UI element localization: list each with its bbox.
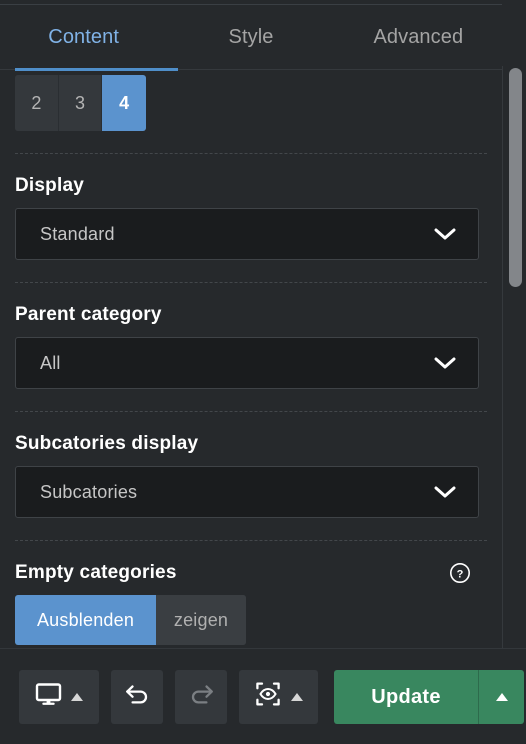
update-button[interactable]: Update [334, 670, 478, 724]
panel-scrollbar-thumb[interactable] [509, 68, 522, 287]
subcategories-display-label: Subcatories display [15, 433, 199, 454]
help-circle-icon[interactable]: ? [449, 562, 471, 584]
empty-categories-choice-group[interactable]: Ausblenden zeigen [15, 595, 246, 645]
svg-text:?: ? [457, 568, 464, 580]
empty-categories-option-hide[interactable]: Ausblenden [15, 595, 156, 645]
update-button-group[interactable]: Update [334, 669, 524, 724]
display-label: Display [15, 175, 84, 196]
columns-control-section: 2 3 4 [0, 75, 502, 131]
parent-category-label: Parent category [15, 304, 162, 325]
responsive-mode-button[interactable] [19, 669, 99, 724]
redo-arrow-icon [188, 682, 215, 711]
parent-category-select[interactable]: All [15, 337, 479, 389]
desktop-monitor-icon [35, 682, 62, 712]
panel-content-scroll-area[interactable]: 2 3 4 Display Standard Parent category A… [0, 70, 502, 648]
panel-tabs: Content Style Advanced [0, 4, 502, 70]
update-options-button[interactable] [478, 669, 524, 724]
empty-categories-control-section: Empty categories ? Ausblenden zeigen [0, 541, 502, 645]
parent-category-select-value: All [40, 352, 61, 373]
display-select[interactable]: Standard [15, 208, 479, 260]
tab-content[interactable]: Content [0, 4, 167, 70]
display-control-section: Display Standard [0, 154, 502, 260]
redo-button[interactable] [175, 669, 227, 724]
chevron-down-icon [434, 227, 456, 241]
chevron-down-icon [434, 485, 456, 499]
chevron-down-icon [434, 356, 456, 370]
elementor-editor-panel: Content Style Advanced 2 3 4 Display Sta… [0, 0, 526, 744]
empty-categories-label: Empty categories [15, 562, 177, 583]
preview-changes-button[interactable] [239, 669, 318, 724]
parent-category-control-section: Parent category All [0, 283, 502, 389]
empty-categories-label-row: Empty categories ? [15, 562, 487, 584]
editor-bottom-toolbar: Update [0, 648, 526, 744]
undo-button[interactable] [111, 669, 163, 724]
columns-option-2[interactable]: 2 [15, 75, 59, 131]
columns-option-3[interactable]: 3 [58, 75, 103, 131]
caret-up-icon [495, 692, 508, 701]
active-tab-indicator [15, 68, 178, 71]
subcategories-display-select[interactable]: Subcatories [15, 466, 479, 518]
empty-categories-option-show[interactable]: zeigen [156, 595, 246, 645]
tab-advanced[interactable]: Advanced [335, 4, 502, 70]
caret-up-icon [71, 692, 83, 701]
panel-scrollbar-track[interactable] [502, 66, 526, 648]
preview-eye-icon [254, 681, 282, 712]
caret-up-icon [291, 692, 303, 701]
display-select-value: Standard [40, 223, 115, 244]
subcategories-display-select-value: Subcatories [40, 481, 138, 502]
subcategories-display-control-section: Subcatories display Subcatories [0, 412, 502, 518]
columns-option-4[interactable]: 4 [102, 75, 146, 131]
tab-style[interactable]: Style [167, 4, 334, 70]
columns-choice-group[interactable]: 2 3 4 [15, 75, 146, 131]
undo-arrow-icon [124, 682, 151, 711]
